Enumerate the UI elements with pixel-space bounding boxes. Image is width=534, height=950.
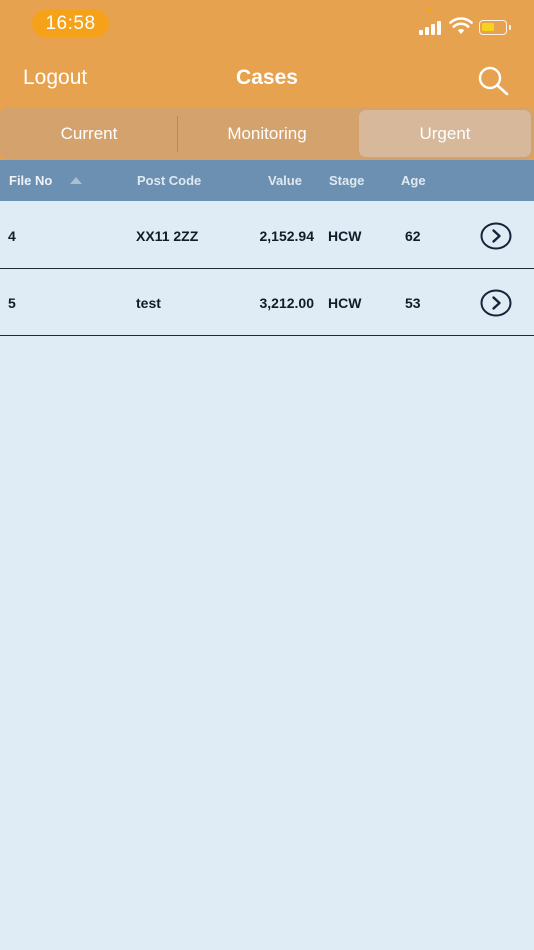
header: 16:58 Logout Cases Current Monitoring Ur…: [0, 0, 534, 160]
tab-urgent[interactable]: Urgent: [359, 110, 531, 157]
column-header-value[interactable]: Value: [268, 173, 302, 188]
cell-value: 3,212.00: [259, 295, 315, 311]
table-row[interactable]: 4 XX11 2ZZ 2,152.94 HCW 62: [0, 202, 534, 269]
cell-post-code: XX11 2ZZ: [136, 228, 199, 244]
chevron-right-circle-icon[interactable]: [480, 222, 512, 250]
battery-cap: [509, 25, 511, 30]
tab-monitoring[interactable]: Monitoring: [178, 110, 356, 157]
cell-age: 53: [405, 295, 421, 311]
cell-stage: HCW: [328, 295, 362, 311]
column-header-age[interactable]: Age: [401, 173, 426, 188]
cell-post-code: test: [136, 295, 161, 311]
table-row[interactable]: 5 test 3,212.00 HCW 53: [0, 269, 534, 336]
cell-value: 2,152.94: [259, 228, 315, 244]
location-dot-icon: [428, 8, 432, 12]
cellular-signal-icon: [419, 21, 441, 35]
status-time: 16:58: [32, 10, 109, 37]
battery-level: [482, 23, 494, 31]
cell-file-no: 5: [8, 295, 16, 311]
column-header-file-no[interactable]: File No: [9, 173, 52, 188]
table-header: File No Post Code Value Stage Age: [0, 160, 534, 201]
battery-icon: [479, 20, 507, 35]
segment-divider: [177, 116, 178, 152]
cell-age: 62: [405, 228, 421, 244]
chevron-right-circle-icon[interactable]: [480, 289, 512, 317]
search-icon[interactable]: [474, 65, 512, 97]
column-header-stage[interactable]: Stage: [329, 173, 364, 188]
nav-bar: Logout Cases: [0, 55, 534, 105]
tab-current[interactable]: Current: [0, 110, 178, 157]
page-title: Cases: [236, 66, 298, 89]
cell-stage: HCW: [328, 228, 362, 244]
screen: 16:58 Logout Cases Current Monitoring Ur…: [0, 0, 534, 950]
sort-ascending-icon[interactable]: [70, 177, 82, 184]
cell-file-no: 4: [8, 228, 16, 244]
wifi-icon: [449, 17, 473, 34]
segmented-control: Current Monitoring Urgent: [0, 107, 534, 160]
status-bar: 16:58: [0, 0, 534, 50]
column-header-post-code[interactable]: Post Code: [137, 173, 201, 188]
